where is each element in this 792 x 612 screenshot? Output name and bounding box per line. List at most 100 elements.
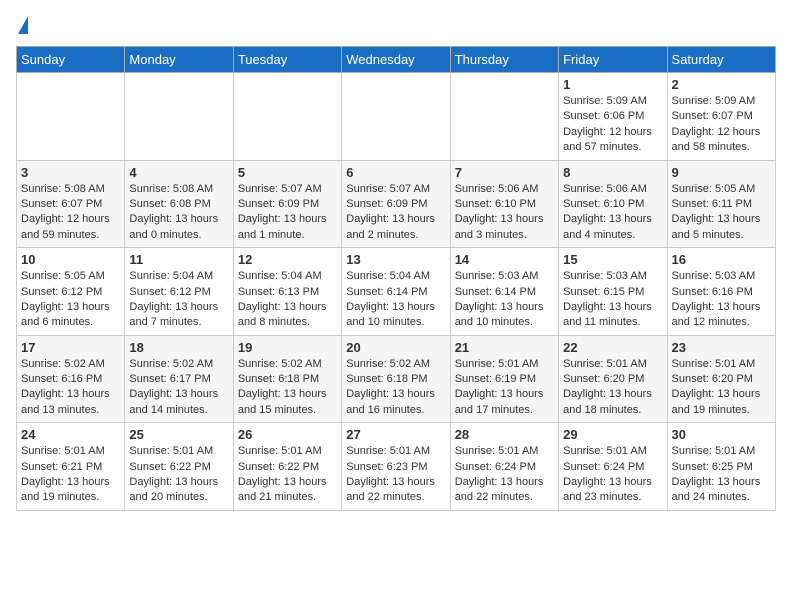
calendar-cell bbox=[125, 73, 233, 161]
day-info: Sunrise: 5:02 AMSunset: 6:18 PMDaylight:… bbox=[346, 357, 445, 419]
day-info: Sunrise: 5:02 AMSunset: 6:16 PMDaylight:… bbox=[21, 357, 120, 419]
day-info: Sunrise: 5:01 AMSunset: 6:23 PMDaylight:… bbox=[346, 444, 445, 506]
calendar-cell: 11 Sunrise: 5:04 AMSunset: 6:12 PMDayligh… bbox=[125, 248, 233, 336]
day-info: Sunrise: 5:01 AMSunset: 6:22 PMDaylight:… bbox=[129, 444, 228, 506]
day-info: Sunrise: 5:03 AMSunset: 6:14 PMDaylight:… bbox=[455, 269, 554, 331]
day-number: 8 bbox=[563, 165, 662, 180]
day-info: Sunrise: 5:01 AMSunset: 6:22 PMDaylight:… bbox=[238, 444, 337, 506]
day-number: 9 bbox=[672, 165, 771, 180]
calendar-cell: 23 Sunrise: 5:01 AMSunset: 6:20 PMDayligh… bbox=[667, 335, 775, 423]
day-info: Sunrise: 5:04 AMSunset: 6:14 PMDaylight:… bbox=[346, 269, 445, 331]
calendar-week-row: 1 Sunrise: 5:09 AMSunset: 6:06 PMDaylight… bbox=[17, 73, 776, 161]
day-info: Sunrise: 5:08 AMSunset: 6:08 PMDaylight:… bbox=[129, 182, 228, 244]
day-number: 19 bbox=[238, 340, 337, 355]
calendar-cell: 25 Sunrise: 5:01 AMSunset: 6:22 PMDayligh… bbox=[125, 423, 233, 511]
calendar-week-row: 17Sunrise: 5:02 AMSunset: 6:16 PMDayligh… bbox=[17, 335, 776, 423]
calendar-cell: 6 Sunrise: 5:07 AMSunset: 6:09 PMDaylight… bbox=[342, 160, 450, 248]
calendar-cell bbox=[342, 73, 450, 161]
calendar-cell: 17Sunrise: 5:02 AMSunset: 6:16 PMDayligh… bbox=[17, 335, 125, 423]
calendar-header-friday: Friday bbox=[559, 47, 667, 73]
calendar-cell: 13Sunrise: 5:04 AMSunset: 6:14 PMDayligh… bbox=[342, 248, 450, 336]
calendar-table: SundayMondayTuesdayWednesdayThursdayFrid… bbox=[16, 46, 776, 511]
calendar-cell: 19 Sunrise: 5:02 AMSunset: 6:18 PMDayligh… bbox=[233, 335, 341, 423]
day-info: Sunrise: 5:03 AMSunset: 6:15 PMDaylight:… bbox=[563, 269, 662, 331]
calendar-header-row: SundayMondayTuesdayWednesdayThursdayFrid… bbox=[17, 47, 776, 73]
day-number: 11 bbox=[129, 252, 228, 267]
calendar-cell bbox=[233, 73, 341, 161]
day-number: 29 bbox=[563, 427, 662, 442]
day-info: Sunrise: 5:01 AMSunset: 6:20 PMDaylight:… bbox=[672, 357, 771, 419]
day-info: Sunrise: 5:01 AMSunset: 6:24 PMDaylight:… bbox=[455, 444, 554, 506]
calendar-header-wednesday: Wednesday bbox=[342, 47, 450, 73]
calendar-cell: 29Sunrise: 5:01 AMSunset: 6:24 PMDayligh… bbox=[559, 423, 667, 511]
day-info: Sunrise: 5:07 AMSunset: 6:09 PMDaylight:… bbox=[346, 182, 445, 244]
calendar-cell: 3 Sunrise: 5:08 AMSunset: 6:07 PMDaylight… bbox=[17, 160, 125, 248]
day-info: Sunrise: 5:09 AMSunset: 6:06 PMDaylight:… bbox=[563, 94, 662, 156]
calendar-cell: 21 Sunrise: 5:01 AMSunset: 6:19 PMDayligh… bbox=[450, 335, 558, 423]
day-number: 23 bbox=[672, 340, 771, 355]
day-info: Sunrise: 5:07 AMSunset: 6:09 PMDaylight:… bbox=[238, 182, 337, 244]
calendar-cell: 9 Sunrise: 5:05 AMSunset: 6:11 PMDaylight… bbox=[667, 160, 775, 248]
day-number: 12 bbox=[238, 252, 337, 267]
logo-triangle-icon bbox=[18, 16, 28, 34]
calendar-cell: 8 Sunrise: 5:06 AMSunset: 6:10 PMDaylight… bbox=[559, 160, 667, 248]
day-number: 24 bbox=[21, 427, 120, 442]
day-info: Sunrise: 5:06 AMSunset: 6:10 PMDaylight:… bbox=[563, 182, 662, 244]
day-info: Sunrise: 5:01 AMSunset: 6:25 PMDaylight:… bbox=[672, 444, 771, 506]
calendar-cell: 5 Sunrise: 5:07 AMSunset: 6:09 PMDaylight… bbox=[233, 160, 341, 248]
page-header bbox=[16, 16, 776, 34]
day-info: Sunrise: 5:08 AMSunset: 6:07 PMDaylight:… bbox=[21, 182, 120, 244]
day-info: Sunrise: 5:02 AMSunset: 6:17 PMDaylight:… bbox=[129, 357, 228, 419]
day-number: 6 bbox=[346, 165, 445, 180]
day-number: 2 bbox=[672, 77, 771, 92]
calendar-cell bbox=[450, 73, 558, 161]
day-number: 26 bbox=[238, 427, 337, 442]
day-number: 16 bbox=[672, 252, 771, 267]
calendar-cell: 26 Sunrise: 5:01 AMSunset: 6:22 PMDayligh… bbox=[233, 423, 341, 511]
day-number: 7 bbox=[455, 165, 554, 180]
calendar-cell: 15Sunrise: 5:03 AMSunset: 6:15 PMDayligh… bbox=[559, 248, 667, 336]
day-number: 4 bbox=[129, 165, 228, 180]
day-number: 28 bbox=[455, 427, 554, 442]
calendar-header-saturday: Saturday bbox=[667, 47, 775, 73]
calendar-cell: 10 Sunrise: 5:05 AMSunset: 6:12 PMDayligh… bbox=[17, 248, 125, 336]
day-number: 10 bbox=[21, 252, 120, 267]
day-number: 27 bbox=[346, 427, 445, 442]
day-info: Sunrise: 5:02 AMSunset: 6:18 PMDaylight:… bbox=[238, 357, 337, 419]
day-info: Sunrise: 5:05 AMSunset: 6:12 PMDaylight:… bbox=[21, 269, 120, 331]
calendar-cell: 7 Sunrise: 5:06 AMSunset: 6:10 PMDaylight… bbox=[450, 160, 558, 248]
calendar-cell: 28 Sunrise: 5:01 AMSunset: 6:24 PMDayligh… bbox=[450, 423, 558, 511]
calendar-cell: 16 Sunrise: 5:03 AMSunset: 6:16 PMDayligh… bbox=[667, 248, 775, 336]
logo bbox=[16, 16, 28, 34]
day-number: 14 bbox=[455, 252, 554, 267]
calendar-cell: 27 Sunrise: 5:01 AMSunset: 6:23 PMDayligh… bbox=[342, 423, 450, 511]
calendar-cell: 22Sunrise: 5:01 AMSunset: 6:20 PMDayligh… bbox=[559, 335, 667, 423]
day-number: 25 bbox=[129, 427, 228, 442]
calendar-cell: 2 Sunrise: 5:09 AMSunset: 6:07 PMDaylight… bbox=[667, 73, 775, 161]
calendar-week-row: 24 Sunrise: 5:01 AMSunset: 6:21 PMDayligh… bbox=[17, 423, 776, 511]
day-number: 22 bbox=[563, 340, 662, 355]
day-info: Sunrise: 5:04 AMSunset: 6:13 PMDaylight:… bbox=[238, 269, 337, 331]
day-info: Sunrise: 5:06 AMSunset: 6:10 PMDaylight:… bbox=[455, 182, 554, 244]
calendar-cell: 18 Sunrise: 5:02 AMSunset: 6:17 PMDayligh… bbox=[125, 335, 233, 423]
day-number: 21 bbox=[455, 340, 554, 355]
calendar-cell: 1 Sunrise: 5:09 AMSunset: 6:06 PMDaylight… bbox=[559, 73, 667, 161]
calendar-cell: 4 Sunrise: 5:08 AMSunset: 6:08 PMDaylight… bbox=[125, 160, 233, 248]
day-number: 1 bbox=[563, 77, 662, 92]
day-info: Sunrise: 5:05 AMSunset: 6:11 PMDaylight:… bbox=[672, 182, 771, 244]
day-info: Sunrise: 5:01 AMSunset: 6:21 PMDaylight:… bbox=[21, 444, 120, 506]
day-info: Sunrise: 5:04 AMSunset: 6:12 PMDaylight:… bbox=[129, 269, 228, 331]
calendar-cell: 30 Sunrise: 5:01 AMSunset: 6:25 PMDayligh… bbox=[667, 423, 775, 511]
day-number: 3 bbox=[21, 165, 120, 180]
day-number: 5 bbox=[238, 165, 337, 180]
day-info: Sunrise: 5:01 AMSunset: 6:19 PMDaylight:… bbox=[455, 357, 554, 419]
calendar-cell: 20 Sunrise: 5:02 AMSunset: 6:18 PMDayligh… bbox=[342, 335, 450, 423]
calendar-cell: 12 Sunrise: 5:04 AMSunset: 6:13 PMDayligh… bbox=[233, 248, 341, 336]
day-number: 30 bbox=[672, 427, 771, 442]
day-number: 18 bbox=[129, 340, 228, 355]
calendar-week-row: 10 Sunrise: 5:05 AMSunset: 6:12 PMDayligh… bbox=[17, 248, 776, 336]
day-number: 20 bbox=[346, 340, 445, 355]
day-info: Sunrise: 5:09 AMSunset: 6:07 PMDaylight:… bbox=[672, 94, 771, 156]
calendar-header-sunday: Sunday bbox=[17, 47, 125, 73]
day-info: Sunrise: 5:03 AMSunset: 6:16 PMDaylight:… bbox=[672, 269, 771, 331]
